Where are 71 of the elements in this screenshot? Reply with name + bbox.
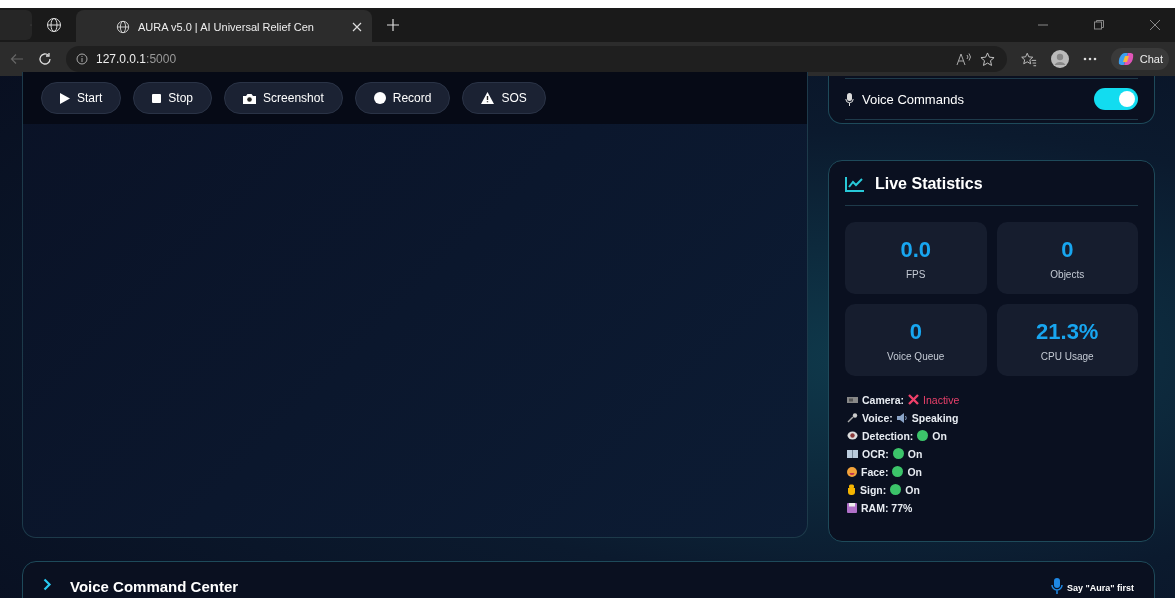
url-host: 127.0.0.1 — [96, 52, 147, 66]
stat-label: CPU Usage — [1040, 350, 1094, 362]
status-label: RAM: 77% — [861, 501, 913, 514]
browser-tab[interactable]: AURA v5.0 | AI Universal Relief Cen — [76, 10, 372, 44]
url-port: :5000 — [146, 52, 177, 66]
reload-icon[interactable] — [38, 52, 52, 66]
close-icon[interactable] — [1149, 19, 1161, 31]
microphone-icon — [1050, 578, 1063, 594]
stat-value: 21.3% — [1036, 318, 1099, 345]
status-label: Detection: — [862, 429, 914, 442]
play-icon — [60, 92, 70, 104]
toggle-switch[interactable] — [1094, 88, 1138, 110]
speaker-icon — [896, 412, 908, 423]
info-icon — [76, 53, 88, 65]
status-value: On — [932, 429, 947, 442]
voice-commands-label: Voice Commands — [862, 91, 964, 107]
stop-button[interactable]: Stop — [133, 82, 213, 114]
stat-label: Objects — [1050, 268, 1085, 280]
status-value: On — [907, 465, 923, 478]
stat-value: 0.0 — [900, 236, 932, 263]
hint-text: Say "Aura" first — [1066, 583, 1134, 593]
globe-icon[interactable] — [46, 17, 62, 33]
restore-icon[interactable] — [1093, 19, 1105, 31]
status-dot-icon — [917, 430, 929, 441]
chevron-icon[interactable] — [43, 578, 52, 591]
status-label: Camera: — [862, 393, 905, 406]
stat-label: Voice Queue — [887, 350, 945, 362]
status-dot-icon — [892, 466, 904, 477]
stat-value: 0 — [909, 318, 922, 345]
warning-icon — [481, 92, 495, 104]
cross-icon — [908, 394, 920, 405]
book-icon — [847, 449, 858, 458]
microphone-icon — [845, 92, 854, 106]
status-value: On — [905, 483, 920, 496]
status-value: Inactive — [923, 393, 960, 406]
status-dot-icon — [890, 484, 902, 495]
status-label: Face: — [861, 465, 889, 478]
stat-label: FPS — [906, 268, 926, 280]
new-tab-icon[interactable] — [385, 18, 400, 32]
panel-title: Voice Command Center — [70, 578, 239, 595]
profile-avatar-icon[interactable] — [1050, 50, 1069, 68]
video-camera-icon — [847, 395, 858, 404]
microphone-icon — [847, 412, 858, 423]
status-dot-icon — [892, 448, 904, 459]
address-bar[interactable]: 127.0.0.1:5000 — [66, 46, 1007, 72]
stop-icon — [152, 93, 162, 103]
card-title: Live Statistics — [875, 175, 983, 193]
hand-icon — [847, 484, 856, 495]
stat-value: 0 — [1061, 236, 1074, 263]
screenshot-button[interactable]: Screenshot — [224, 82, 343, 114]
camera-icon — [243, 92, 257, 104]
start-button[interactable]: Start — [41, 82, 122, 114]
star-icon[interactable] — [979, 51, 995, 67]
tab-title: AURA v5.0 | AI Universal Relief Cen — [138, 21, 314, 33]
read-aloud-icon[interactable] — [955, 52, 972, 66]
status-label: Voice: — [862, 411, 893, 424]
record-button[interactable]: Record — [354, 82, 451, 114]
status-value: Speaking — [911, 411, 959, 424]
favorites-icon[interactable] — [1020, 51, 1037, 67]
line-chart-icon — [845, 176, 865, 192]
status-value: On — [907, 447, 923, 460]
record-icon — [373, 92, 386, 104]
more-icon[interactable] — [1082, 57, 1097, 61]
eye-icon — [847, 431, 858, 440]
status-label: Sign: — [860, 483, 887, 496]
sos-button[interactable]: SOS — [462, 82, 546, 114]
copilot-icon — [1116, 51, 1135, 67]
status-label: OCR: — [862, 447, 889, 460]
chat-button[interactable]: Chat — [1110, 48, 1169, 70]
smiley-icon — [847, 466, 857, 477]
globe-icon — [116, 20, 130, 34]
